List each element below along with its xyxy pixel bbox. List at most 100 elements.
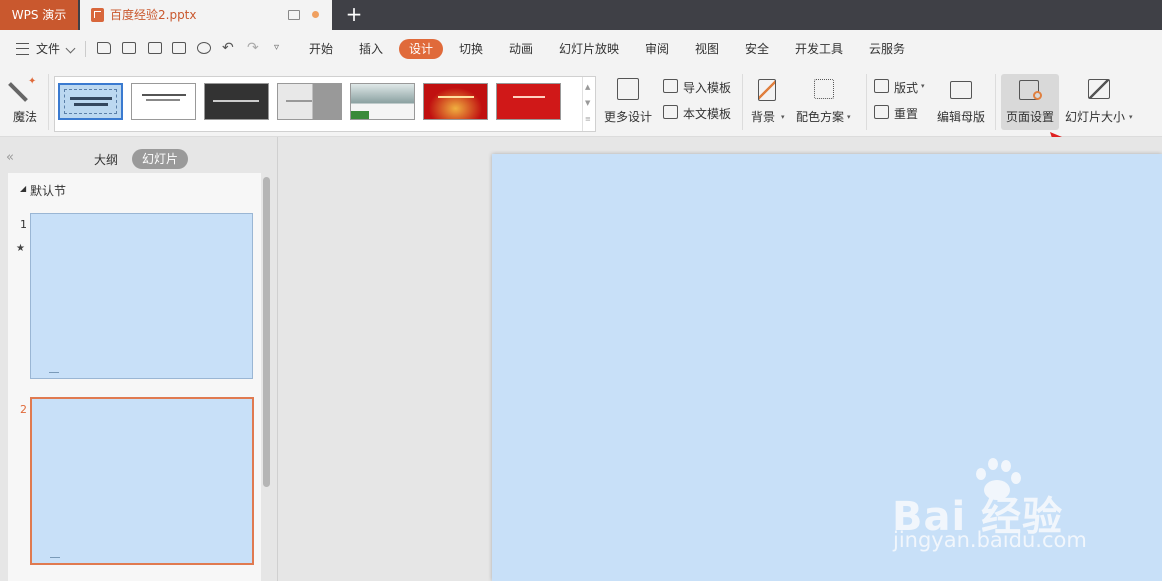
watermark-url: jingyan.baidu.com xyxy=(893,528,1087,552)
reset-label: 重置 xyxy=(894,107,919,121)
magic-label: 魔法 xyxy=(13,110,38,124)
import-template-label: 导入模板 xyxy=(683,81,732,95)
chevron-down-icon: ▾ xyxy=(921,82,925,90)
template-thumb[interactable] xyxy=(423,83,488,120)
chevron-down-icon: ▾ xyxy=(1129,113,1133,121)
divider xyxy=(742,74,743,130)
text-template-icon xyxy=(663,105,678,119)
tab-cloud[interactable]: 云服务 xyxy=(869,41,905,57)
tab-home[interactable]: 开始 xyxy=(309,41,333,57)
menu-bar: 文件 ↶ ↷ ▿ 开始 插入 设计 切换 动画 幻灯片放映 审阅 视图 安全 开… xyxy=(0,30,1162,68)
text-template-button[interactable]: 本文模板 xyxy=(662,104,734,122)
edit-master-label: 编辑母版 xyxy=(937,110,986,124)
slide-panel: « 大纲 幻灯片 ◢ 默认节 1 ★ 2 xyxy=(0,137,278,581)
magic-wand-icon xyxy=(8,82,28,102)
layout-button[interactable]: 版式 ▾ xyxy=(873,78,929,96)
magic-button[interactable]: ✦ 魔法 xyxy=(6,74,46,130)
edit-master-icon xyxy=(950,81,972,99)
more-design-button[interactable]: 更多设计 xyxy=(602,74,656,130)
divider xyxy=(866,74,867,130)
redo-icon[interactable]: ↷ xyxy=(247,40,259,56)
slide-number: 1 xyxy=(20,218,27,231)
tab-view[interactable]: 视图 xyxy=(695,41,719,57)
tab-transition[interactable]: 切换 xyxy=(459,41,483,57)
more-design-icon xyxy=(617,78,639,100)
gear-icon xyxy=(1033,91,1042,100)
tab-security[interactable]: 安全 xyxy=(745,41,769,57)
customize-chevron-icon[interactable]: ▿ xyxy=(274,42,279,53)
background-label: 背景 xyxy=(751,110,776,124)
slide-size-button[interactable]: 幻灯片大小 ▾ xyxy=(1063,74,1139,130)
divider xyxy=(85,41,86,57)
divider xyxy=(995,74,996,130)
tab-slideshow[interactable]: 幻灯片放映 xyxy=(559,41,619,57)
print-icon[interactable] xyxy=(172,42,186,54)
hamburger-icon[interactable] xyxy=(16,43,29,55)
import-template-icon xyxy=(663,79,678,93)
tab-animation[interactable]: 动画 xyxy=(509,41,533,57)
chevron-down-icon: ▾ xyxy=(781,113,785,121)
ribbon: ✦ 魔法 ▲ ▼ ≡ 更多设计 导入模板 本文模板 背景 ▾ 配色方案 ▾ 版式… xyxy=(0,68,1162,137)
new-tab-button[interactable]: + xyxy=(340,0,368,30)
tab-design[interactable]: 设计 xyxy=(399,39,443,59)
undo-icon[interactable]: ↶ xyxy=(222,40,234,56)
color-scheme-icon xyxy=(814,79,834,99)
layout-label: 版式 xyxy=(894,81,919,95)
reset-button[interactable]: 重置 xyxy=(873,104,929,122)
template-thumb[interactable] xyxy=(204,83,269,120)
divider xyxy=(48,74,49,130)
background-button[interactable]: 背景 ▾ xyxy=(748,74,788,130)
gallery-scrollbar[interactable]: ▲ ▼ ≡ xyxy=(582,77,595,131)
presentation-file-icon xyxy=(91,8,104,22)
tab-slides[interactable]: 幻灯片 xyxy=(132,149,188,169)
reset-icon xyxy=(874,105,889,119)
monitor-icon[interactable] xyxy=(288,10,300,20)
template-thumb[interactable] xyxy=(131,83,196,120)
export-pdf-icon[interactable] xyxy=(148,42,162,54)
layout-icon xyxy=(874,79,889,93)
slide-thumbnail-2[interactable] xyxy=(30,397,254,565)
document-title: 百度经验2.pptx xyxy=(110,8,197,22)
import-template-button[interactable]: 导入模板 xyxy=(662,78,734,96)
background-icon xyxy=(758,79,776,101)
color-scheme-button[interactable]: 配色方案 ▾ xyxy=(794,74,860,130)
section-collapse-icon[interactable]: ◢ xyxy=(20,184,26,193)
page-setup-button[interactable]: 页面设置 xyxy=(1001,74,1059,130)
text-template-label: 本文模板 xyxy=(683,107,732,121)
expand-gallery-icon[interactable]: ≡ xyxy=(585,115,591,123)
sparkle-icon: ✦ xyxy=(28,76,37,87)
document-tab[interactable]: 百度经验2.pptx xyxy=(80,0,332,30)
tab-insert[interactable]: 插入 xyxy=(359,41,383,57)
panel-scrollbar[interactable] xyxy=(263,177,270,487)
edit-master-button[interactable]: 编辑母版 xyxy=(934,74,990,130)
design-template-gallery[interactable]: ▲ ▼ ≡ xyxy=(54,76,596,132)
collapse-panel-icon[interactable]: « xyxy=(6,150,14,165)
tab-review[interactable]: 审阅 xyxy=(645,41,669,57)
section-title[interactable]: 默认节 xyxy=(30,182,66,199)
slide-thumbnail-1[interactable] xyxy=(30,213,253,379)
print-preview-icon[interactable] xyxy=(197,42,211,54)
slide-size-label: 幻灯片大小 xyxy=(1065,110,1126,124)
page-setup-label: 页面设置 xyxy=(1006,110,1055,124)
tab-developer[interactable]: 开发工具 xyxy=(795,41,843,57)
save-icon[interactable] xyxy=(122,42,136,54)
tab-outline[interactable]: 大纲 xyxy=(94,151,118,168)
slide-size-icon xyxy=(1088,79,1110,99)
chevron-down-icon: ▾ xyxy=(847,113,851,121)
slide-number: 2 xyxy=(20,403,27,416)
scroll-up-icon[interactable]: ▲ xyxy=(585,83,590,91)
template-thumb[interactable] xyxy=(350,83,415,120)
scroll-down-icon[interactable]: ▼ xyxy=(585,99,590,107)
template-thumb[interactable] xyxy=(496,83,561,120)
template-thumb[interactable] xyxy=(58,83,123,120)
file-menu[interactable]: 文件 xyxy=(36,41,60,57)
open-folder-icon[interactable] xyxy=(97,42,111,54)
unsaved-dot-icon xyxy=(312,11,319,18)
wps-app-tab[interactable]: WPS 演示 xyxy=(0,0,78,30)
animation-star-icon: ★ xyxy=(16,243,25,254)
slide-thumbnail-list[interactable]: ◢ 默认节 1 ★ 2 xyxy=(8,173,261,581)
more-design-label: 更多设计 xyxy=(604,110,653,124)
color-scheme-label: 配色方案 xyxy=(796,110,845,124)
template-thumb[interactable] xyxy=(277,83,342,120)
chevron-down-icon[interactable] xyxy=(65,43,76,54)
